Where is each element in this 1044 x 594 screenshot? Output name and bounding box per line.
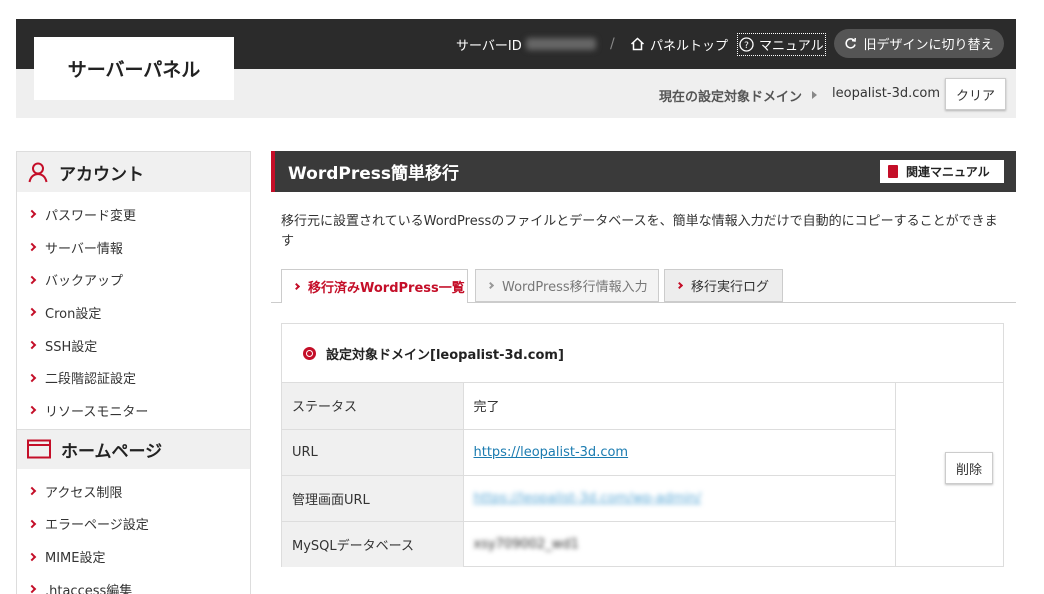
sidebar-item-htaccess[interactable]: .htaccess編集 [17, 573, 250, 594]
tab-migration-log[interactable]: 移行実行ログ [664, 269, 783, 302]
logo[interactable]: サーバーパネル [34, 37, 234, 100]
chevron-right-icon [27, 308, 37, 317]
panel-top-link[interactable]: パネルトップ [630, 19, 728, 69]
chevron-right-icon [27, 340, 37, 350]
chevron-right-icon [27, 275, 37, 284]
table-row: 管理画面URL https://leopalist-3d.com/wp-admi… [282, 475, 896, 522]
sidebar-item-mime[interactable]: MIME設定 [17, 540, 250, 573]
manual-link[interactable]: ? マニュアル [737, 19, 826, 69]
sidebar-item-2fa[interactable]: 二段階認証設定 [17, 361, 250, 394]
sidebar-item-label: アクセス制限 [45, 485, 123, 501]
svg-text:?: ? [744, 41, 749, 51]
table-row: ステータス 完了 [282, 383, 896, 430]
clear-button[interactable]: クリア [945, 78, 1006, 110]
related-manual-label: 関連マニュアル [906, 165, 990, 179]
nav-separator: / [610, 36, 615, 52]
chevron-right-icon [27, 242, 37, 252]
chevron-right-icon [27, 373, 37, 383]
sidebar-item-label: MIME設定 [45, 551, 106, 567]
sidebar-section-title: アカウント [59, 164, 144, 185]
sidebar-item-label: Cron設定 [45, 306, 102, 322]
old-design-button[interactable]: 旧デザインに切り替え [834, 29, 1004, 58]
mysql-value: xsy709002_wd1 [473, 536, 579, 552]
page-description: 移行元に設置されているWordPressのファイルとデータベースを、簡単な情報入… [281, 214, 998, 249]
home-icon [630, 37, 645, 51]
sidebar-item-cron[interactable]: Cron設定 [17, 296, 250, 329]
related-manual-button[interactable]: 関連マニュアル [880, 160, 1004, 183]
site-url-link[interactable]: https://leopalist-3d.com [474, 445, 629, 460]
url-cell: https://leopalist-3d.com [463, 429, 896, 476]
book-icon [888, 165, 898, 178]
admin-url-cell: https://leopalist-3d.com/wp-admin/ [463, 475, 896, 522]
sidebar-item-server-info[interactable]: サーバー情報 [17, 231, 250, 264]
chevron-right-icon [675, 281, 684, 290]
sidebar: アカウント パスワード変更 サーバー情報 バックアップ Cron設定 SSH設定… [16, 151, 251, 594]
delete-button[interactable]: 削除 [945, 452, 993, 484]
sidebar-item-label: パスワード変更 [45, 208, 137, 224]
tab-migrated-list[interactable]: 移行済みWordPress一覧 [281, 269, 468, 303]
current-domain-value: leopalist-3d.com [832, 86, 940, 101]
chevron-right-icon [486, 281, 495, 290]
arrow-right-icon [812, 91, 817, 99]
sidebar-item-label: エラーページ設定 [45, 518, 149, 534]
sidebar-item-label: 二段階認証設定 [45, 372, 137, 388]
tab-label: WordPress移行情報入力 [502, 280, 648, 295]
mysql-key: MySQLデータベース [282, 521, 464, 567]
chevron-right-icon [27, 406, 37, 415]
sidebar-item-access-restriction[interactable]: アクセス制限 [17, 475, 250, 508]
server-id-label: サーバーID [456, 38, 522, 54]
old-design-label: 旧デザインに切り替え [863, 38, 994, 53]
chevron-right-icon [27, 486, 37, 496]
sidebar-item-ssh[interactable]: SSH設定 [17, 329, 250, 362]
sidebar-item-label: リソースモニター [45, 404, 149, 420]
sidebar-item-label: .htaccess編集 [45, 583, 133, 594]
status-key: ステータス [282, 383, 464, 430]
migration-info-table: ステータス 完了 URL https://leopalist-3d.com 管理… [282, 383, 896, 567]
refresh-icon [845, 37, 857, 49]
chevron-right-icon [27, 210, 37, 219]
table-row: URL https://leopalist-3d.com [282, 429, 896, 476]
panel-heading-text: 設定対象ドメイン[leopalist-3d.com] [326, 347, 564, 363]
current-domain-label: 現在の設定対象ドメイン [659, 90, 803, 105]
sidebar-item-resource-monitor[interactable]: リソースモニター [17, 394, 250, 427]
mysql-cell: xsy709002_wd1 [463, 521, 896, 567]
sidebar-item-label: バックアップ [45, 274, 124, 290]
server-id-value [525, 38, 596, 50]
user-icon [28, 162, 48, 183]
chevron-right-icon [27, 552, 37, 561]
sidebar-account-list: パスワード変更 サーバー情報 バックアップ Cron設定 SSH設定 二段階認証… [17, 192, 250, 429]
sidebar-item-error-page[interactable]: エラーページ設定 [17, 508, 250, 541]
panel-heading: 設定対象ドメイン[leopalist-3d.com] [282, 324, 1003, 383]
admin-url-key: 管理画面URL [282, 475, 464, 522]
sidebar-section-account: アカウント [17, 152, 250, 192]
sidebar-item-label: サーバー情報 [45, 241, 123, 257]
manual-label: マニュアル [759, 38, 824, 54]
sidebar-section-homepage: ホームページ [17, 428, 250, 469]
tab-label: 移行済みWordPress一覧 [308, 281, 465, 296]
tab-label: 移行実行ログ [691, 280, 770, 295]
migration-panel: 設定対象ドメイン[leopalist-3d.com] ステータス 完了 URL … [281, 323, 1004, 567]
chevron-right-icon [292, 282, 301, 291]
admin-url-link[interactable]: https://leopalist-3d.com/wp-admin/ [474, 491, 702, 506]
help-icon: ? [739, 36, 754, 52]
browser-window-icon [27, 439, 51, 459]
status-value: 完了 [463, 383, 896, 430]
panel-top-label: パネルトップ [650, 38, 729, 54]
sidebar-item-backup[interactable]: バックアップ [17, 263, 250, 296]
sidebar-section-title: ホームページ [61, 441, 163, 462]
radio-icon [303, 346, 316, 360]
chevron-right-icon [27, 519, 37, 529]
sidebar-item-label: SSH設定 [45, 339, 98, 355]
url-key: URL [282, 429, 464, 476]
sidebar-item-password[interactable]: パスワード変更 [17, 198, 250, 231]
sidebar-homepage-list: アクセス制限 エラーページ設定 MIME設定 .htaccess編集 [17, 469, 250, 594]
table-row: MySQLデータベース xsy709002_wd1 [282, 521, 896, 567]
server-id: サーバーID [456, 19, 596, 69]
tab-migration-input[interactable]: WordPress移行情報入力 [475, 269, 659, 302]
chevron-right-icon [27, 584, 37, 594]
